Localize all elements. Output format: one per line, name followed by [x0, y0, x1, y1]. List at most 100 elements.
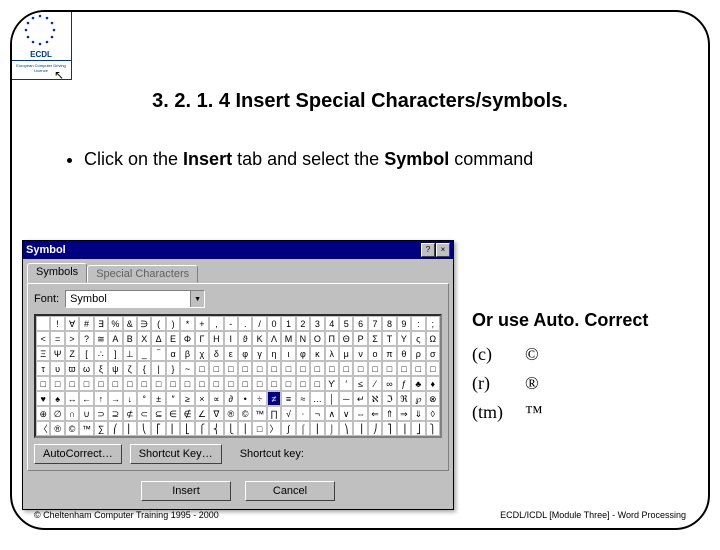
- symbol-cell[interactable]: ξ: [94, 361, 108, 376]
- symbol-cell[interactable]: ϒ: [325, 376, 339, 391]
- symbol-cell[interactable]: -: [224, 316, 238, 331]
- symbol-cell[interactable]: °: [137, 391, 151, 406]
- symbol-cell[interactable]: ⊗: [426, 391, 440, 406]
- symbol-cell[interactable]: ∫: [281, 421, 295, 436]
- symbol-cell[interactable]: ∝: [209, 391, 223, 406]
- symbol-cell[interactable]: χ: [195, 346, 209, 361]
- symbol-cell[interactable]: Ν: [296, 331, 310, 346]
- symbol-cell[interactable]: ⁄: [368, 376, 382, 391]
- symbol-cell[interactable]: ≈: [296, 391, 310, 406]
- symbol-cell[interactable]: 4: [325, 316, 339, 331]
- symbol-cell[interactable]: ∞: [382, 376, 396, 391]
- symbol-cell[interactable]: ™: [252, 406, 266, 421]
- symbol-cell[interactable]: □: [209, 361, 223, 376]
- symbol-cell[interactable]: ¬: [310, 406, 324, 421]
- symbol-cell[interactable]: Ξ: [36, 346, 50, 361]
- symbol-cell[interactable]: ≥: [180, 391, 194, 406]
- symbol-cell[interactable]: □: [296, 361, 310, 376]
- symbol-cell[interactable]: %: [108, 316, 122, 331]
- symbol-cell[interactable]: γ: [252, 346, 266, 361]
- symbol-cell[interactable]: ∧: [325, 406, 339, 421]
- symbol-cell[interactable]: ≤: [353, 376, 367, 391]
- symbol-cell[interactable]: □: [137, 376, 151, 391]
- symbol-cell[interactable]: Η: [209, 331, 223, 346]
- symbol-cell[interactable]: ο: [368, 346, 382, 361]
- symbol-cell[interactable]: ℵ: [368, 391, 382, 406]
- symbol-cell[interactable]: ι: [281, 346, 295, 361]
- symbol-cell[interactable]: →: [108, 391, 122, 406]
- symbol-cell[interactable]: ⇒: [397, 406, 411, 421]
- symbol-cell[interactable]: □: [195, 361, 209, 376]
- symbol-cell[interactable]: Ζ: [65, 346, 79, 361]
- symbol-cell[interactable]: Θ: [339, 331, 353, 346]
- symbol-cell[interactable]: │: [325, 391, 339, 406]
- dialog-titlebar[interactable]: Symbol ? ×: [23, 241, 453, 259]
- symbol-cell[interactable]: □: [166, 376, 180, 391]
- symbol-cell[interactable]: ⎝: [137, 421, 151, 436]
- symbol-cell[interactable]: ⇑: [382, 406, 396, 421]
- symbol-cell[interactable]: 9: [397, 316, 411, 331]
- symbol-cell[interactable]: ⎟: [353, 421, 367, 436]
- symbol-cell[interactable]: ⎛: [108, 421, 122, 436]
- symbol-cell[interactable]: Β: [123, 331, 137, 346]
- symbol-cell[interactable]: Δ: [151, 331, 165, 346]
- symbol-cell[interactable]: Χ: [137, 331, 151, 346]
- tab-special-characters[interactable]: Special Characters: [87, 265, 198, 283]
- symbol-cell[interactable]: 2: [296, 316, 310, 331]
- symbol-cell[interactable]: ⇔: [353, 406, 367, 421]
- symbol-cell[interactable]: ↔: [65, 391, 79, 406]
- symbol-cell[interactable]: ?: [79, 331, 93, 346]
- symbol-cell[interactable]: τ: [36, 361, 50, 376]
- symbol-cell[interactable]: Ε: [166, 331, 180, 346]
- symbol-cell[interactable]: □: [339, 361, 353, 376]
- symbol-cell[interactable]: ⊕: [36, 406, 50, 421]
- symbol-cell[interactable]: (: [151, 316, 165, 331]
- symbol-cell[interactable]: Ο: [310, 331, 324, 346]
- symbol-cell[interactable]: ⎪: [238, 421, 252, 436]
- symbol-cell[interactable]: Φ: [180, 331, 194, 346]
- symbol-cell[interactable]: □: [368, 361, 382, 376]
- symbol-cell[interactable]: ∑: [94, 421, 108, 436]
- symbol-cell[interactable]: ψ: [108, 361, 122, 376]
- symbol-cell[interactable]: ∇: [209, 406, 223, 421]
- symbol-cell[interactable]: 1: [281, 316, 295, 331]
- symbol-cell[interactable]: ⊄: [123, 406, 137, 421]
- symbol-cell[interactable]: Σ: [368, 331, 382, 346]
- symbol-cell[interactable]: ~: [180, 361, 194, 376]
- symbol-cell[interactable]: 〈: [36, 421, 50, 436]
- symbol-cell[interactable]: ♣: [411, 376, 425, 391]
- symbol-cell[interactable]: □: [267, 361, 281, 376]
- symbol-cell[interactable]: Π: [325, 331, 339, 346]
- symbol-cell[interactable]: ⊇: [108, 406, 122, 421]
- symbol-cell[interactable]: ♠: [50, 391, 64, 406]
- symbol-cell[interactable]: !: [50, 316, 64, 331]
- symbol-cell[interactable]: ©: [65, 421, 79, 436]
- symbol-cell[interactable]: ϑ: [238, 331, 252, 346]
- symbol-cell[interactable]: <: [36, 331, 50, 346]
- symbol-cell[interactable]: ÷: [252, 391, 266, 406]
- symbol-cell[interactable]: ≅: [94, 331, 108, 346]
- symbol-cell[interactable]: □: [180, 376, 194, 391]
- symbol-cell[interactable]: ⎧: [195, 421, 209, 436]
- symbol-cell[interactable]: δ: [209, 346, 223, 361]
- symbol-cell[interactable]: □: [195, 376, 209, 391]
- symbol-cell[interactable]: ↓: [123, 391, 137, 406]
- symbol-cell[interactable]: Μ: [281, 331, 295, 346]
- symbol-cell[interactable]: □: [281, 376, 295, 391]
- symbol-cell[interactable]: □: [252, 376, 266, 391]
- symbol-cell[interactable]: □: [267, 376, 281, 391]
- symbol-cell[interactable]: ∏: [267, 406, 281, 421]
- symbol-cell[interactable]: η: [267, 346, 281, 361]
- symbol-cell[interactable]: ◊: [426, 406, 440, 421]
- symbol-cell[interactable]: □: [382, 361, 396, 376]
- symbol-cell[interactable]: #: [79, 316, 93, 331]
- symbol-cell[interactable]: ⎡: [151, 421, 165, 436]
- symbol-cell[interactable]: ─: [339, 391, 353, 406]
- symbol-cell[interactable]: ⎠: [368, 421, 382, 436]
- shortcut-key-button[interactable]: Shortcut Key…: [130, 444, 222, 464]
- symbol-cell[interactable]: •: [238, 391, 252, 406]
- symbol-cell[interactable]: Κ: [252, 331, 266, 346]
- symbol-cell[interactable]: ⎤: [382, 421, 396, 436]
- symbol-cell[interactable]: Γ: [195, 331, 209, 346]
- symbol-cell[interactable]: 6: [353, 316, 367, 331]
